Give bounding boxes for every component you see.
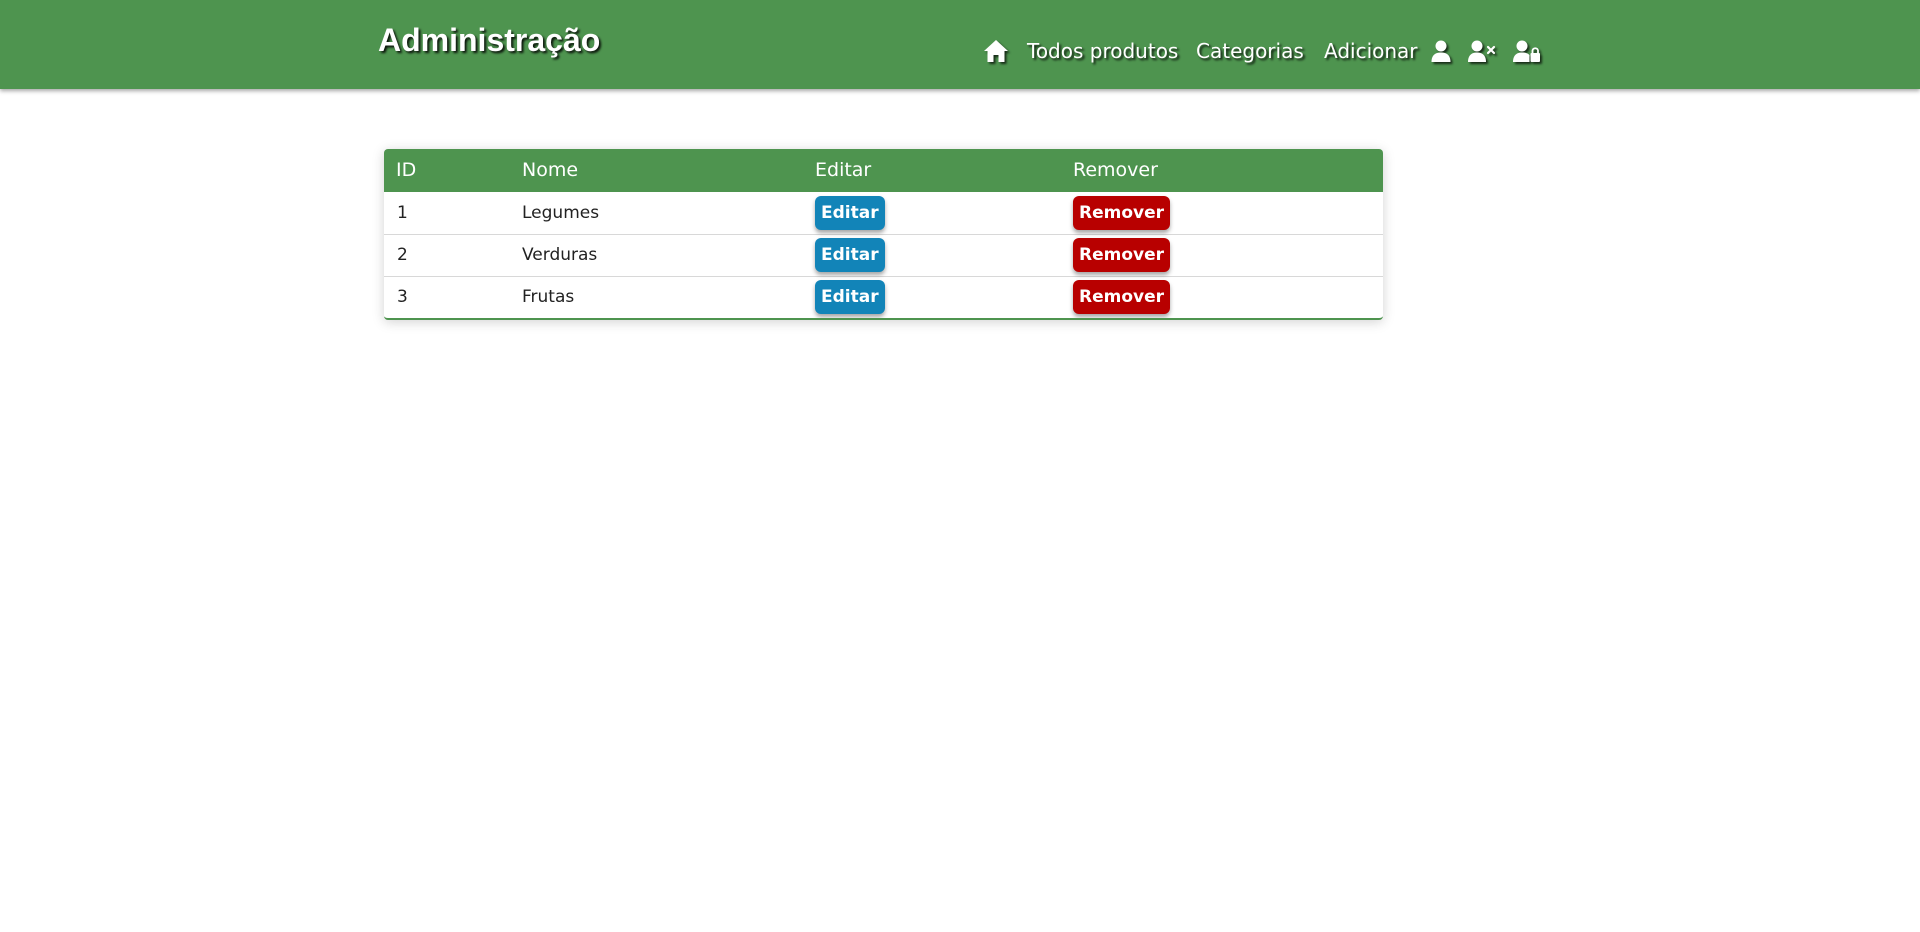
row-id: 2 [397, 245, 408, 265]
column-header-id: ID [396, 159, 417, 181]
categories-table-card: ID Nome Editar Remover 1 Legumes Editar … [384, 149, 1383, 320]
row-name: Legumes [522, 202, 600, 223]
table-row: 2 Verduras Editar Remover [384, 234, 1383, 276]
top-navbar: Administração Todos produtos Categorias … [0, 0, 1920, 89]
column-header-edit: Editar [815, 159, 872, 181]
table-row: 1 Legumes Editar Remover [384, 192, 1383, 234]
remove-button[interactable]: Remover [1073, 195, 1171, 230]
user-lock-icon[interactable] [1513, 40, 1541, 62]
table-header-row: ID Nome Editar Remover [384, 149, 1383, 192]
remove-button[interactable]: Remover [1073, 238, 1171, 272]
home-icon[interactable] [983, 39, 1009, 63]
categories-table: ID Nome Editar Remover 1 Legumes Editar … [384, 149, 1383, 318]
row-id: 1 [397, 202, 408, 223]
user-remove-icon[interactable] [1468, 40, 1496, 62]
row-name: Verduras [522, 245, 598, 265]
row-id: 3 [397, 287, 408, 308]
nav-categories[interactable]: Categorias [1196, 37, 1304, 65]
edit-button[interactable]: Editar [815, 195, 885, 230]
edit-button[interactable]: Editar [815, 238, 885, 272]
edit-button[interactable]: Editar [815, 280, 885, 315]
user-icon[interactable] [1431, 40, 1451, 62]
brand-title[interactable]: Administração [378, 22, 600, 59]
column-header-name: Nome [522, 159, 579, 181]
column-header-remove: Remover [1073, 159, 1158, 181]
nav-all-products[interactable]: Todos produtos [1027, 37, 1178, 65]
nav-add[interactable]: Adicionar [1324, 37, 1418, 65]
row-name: Frutas [522, 287, 575, 308]
table-row: 3 Frutas Editar Remover [384, 276, 1383, 318]
remove-button[interactable]: Remover [1073, 280, 1171, 315]
